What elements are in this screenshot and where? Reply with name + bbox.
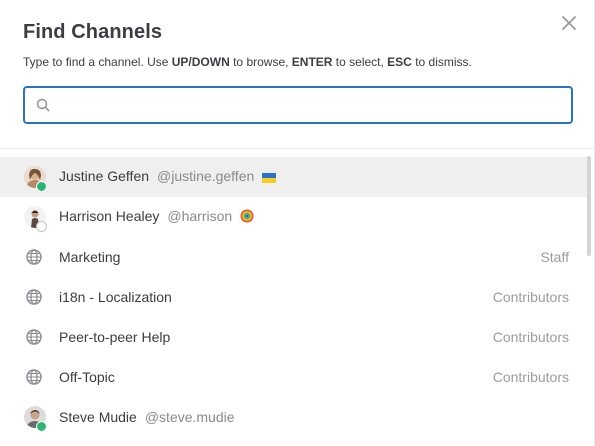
globe-icon <box>26 289 42 305</box>
result-row-marketing[interactable]: Marketing Staff <box>0 237 590 277</box>
ukraine-flag-icon <box>262 170 277 186</box>
rainbow-circle-icon <box>240 209 254 226</box>
find-channels-modal: Find Channels Type to find a channel. Us… <box>0 0 595 446</box>
globe-icon <box>26 329 42 345</box>
globe-icon <box>26 369 42 385</box>
result-team: Contributors <box>492 329 569 345</box>
search-icon <box>36 98 50 112</box>
globe-icon <box>26 249 42 265</box>
result-name: Off-Topic <box>59 369 115 385</box>
divider <box>0 148 594 149</box>
result-row-justine-geffen[interactable]: Justine Geffen @justine.geffen <box>0 157 590 197</box>
modal-hint: Type to find a channel. Use UP/DOWN to b… <box>23 54 571 70</box>
result-row-i18n-localization[interactable]: i18n - Localization Contributors <box>0 277 590 317</box>
result-handle: @harrison <box>167 208 233 224</box>
hint-text-4: to dismiss. <box>411 55 472 69</box>
search-input[interactable] <box>57 92 561 120</box>
result-team: Staff <box>540 249 569 265</box>
status-online-icon <box>36 421 47 432</box>
status-offline-icon <box>36 221 47 232</box>
results-list: Justine Geffen @justine.geffen Harrison H… <box>0 157 590 437</box>
scrollbar[interactable] <box>587 156 591 256</box>
status-online-icon <box>36 181 47 192</box>
result-team: Contributors <box>492 369 569 385</box>
result-handle: @steve.mudie <box>144 409 235 425</box>
result-row-harrison-healey[interactable]: Harrison Healey @harrison <box>0 197 590 237</box>
result-name: Justine Geffen <box>59 168 150 184</box>
result-label: Steve Mudie @steve.mudie <box>59 409 235 425</box>
hint-key-esc: ESC <box>387 55 412 69</box>
result-team: Contributors <box>492 289 569 305</box>
hint-text-2: to browse, <box>229 55 292 69</box>
result-name: i18n - Localization <box>59 289 172 305</box>
modal-header: Find Channels Type to find a channel. Us… <box>23 18 571 70</box>
hint-key-updown: UP/DOWN <box>171 55 230 69</box>
hint-key-enter: ENTER <box>291 55 333 69</box>
result-row-steve-mudie[interactable]: Steve Mudie @steve.mudie <box>0 397 590 437</box>
close-button[interactable] <box>558 12 580 34</box>
result-label: Harrison Healey @harrison <box>59 208 254 226</box>
modal-title: Find Channels <box>23 21 163 43</box>
result-row-peer-to-peer-help[interactable]: Peer-to-peer Help Contributors <box>0 317 590 357</box>
result-handle: @justine.geffen <box>157 168 255 184</box>
search-box[interactable] <box>23 86 573 124</box>
result-label: Justine Geffen @justine.geffen <box>59 168 277 186</box>
result-name: Marketing <box>59 249 121 265</box>
result-name: Steve Mudie <box>59 409 137 425</box>
hint-text-3: to select, <box>332 55 388 69</box>
result-name: Peer-to-peer Help <box>59 329 171 345</box>
hint-text-1: Type to find a channel. Use <box>23 55 172 69</box>
result-row-off-topic[interactable]: Off-Topic Contributors <box>0 357 590 397</box>
result-name: Harrison Healey <box>59 208 160 224</box>
close-icon <box>562 16 576 30</box>
